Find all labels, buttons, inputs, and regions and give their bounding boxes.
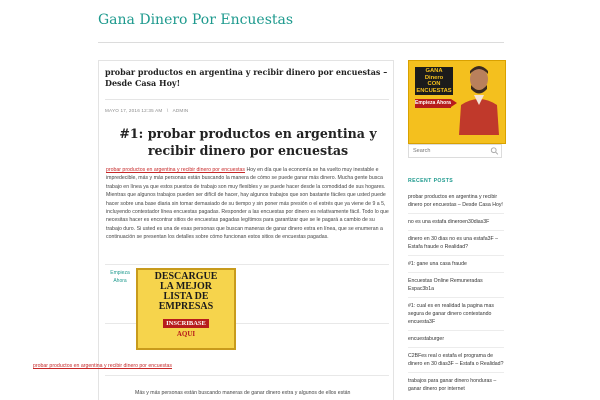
recent-post-link[interactable]: trabajos para ganar dinero honduras – ga…	[408, 377, 504, 397]
recent-post-link[interactable]: #1: gane una casa fraude	[408, 260, 504, 273]
ad-cta-arrow-icon	[451, 99, 457, 107]
ad-logo: GANA Dinero CON ENCUESTAS	[415, 67, 453, 95]
sidebar: GANA Dinero CON ENCUESTAS Empieza Ahora …	[404, 60, 506, 400]
empieza-ahora-link[interactable]: Empieza Ahora	[109, 269, 131, 285]
site-header: Gana Dinero Por Encuestas	[98, 0, 504, 43]
caption-divider	[105, 375, 389, 376]
post-body: probar productos en argentina y recibir …	[106, 166, 390, 242]
site-title[interactable]: Gana Dinero Por Encuestas	[98, 12, 293, 28]
recent-post-link[interactable]: encuestaburger	[408, 335, 504, 348]
post-body-continued: Más y más personas están buscando manera…	[135, 390, 351, 396]
search-box	[408, 144, 502, 158]
recent-posts-list: probar productos en argentina y recibir …	[408, 193, 504, 400]
ad-line: ENCUESTAS	[416, 87, 452, 94]
post-title[interactable]: probar productos en argentina y recibir …	[105, 67, 389, 89]
post-heading: #1: probar productos en argentina y reci…	[119, 126, 377, 158]
banner-cta-aqui: AQUI	[176, 330, 196, 338]
banner-cta: INSCRIBASE	[163, 319, 209, 328]
meta-divider	[105, 99, 389, 100]
post-header: probar productos en argentina y recibir …	[105, 67, 389, 89]
descargue-banner[interactable]: DESCARGUE LA MEJOR LISTA DE EMPRESAS INS…	[136, 268, 236, 350]
meta-separator: \	[166, 108, 169, 113]
post-meta: MAYO 17, 2016 12:35 AM \ ADMIN	[105, 108, 188, 113]
recent-post-link[interactable]: Encuestas Online Remuneradas Espac3b1a	[408, 277, 504, 298]
ahora-label: Ahora	[113, 278, 127, 284]
empieza-label: Empieza	[110, 270, 130, 276]
caption-link[interactable]: probar productos en argentina y recibir …	[33, 363, 172, 369]
search-icon[interactable]	[490, 147, 499, 155]
ad-person-image	[459, 66, 499, 135]
search-input[interactable]	[413, 148, 487, 154]
recent-post-link[interactable]: no es una estafa dineroen30dias3F	[408, 218, 504, 231]
ad-cta-button[interactable]: Empieza Ahora	[415, 99, 451, 108]
post-date[interactable]: MAYO 17, 2016 12:35 AM	[105, 108, 162, 113]
intro-link[interactable]: probar productos en argentina y recibir …	[106, 167, 245, 173]
sidebar-ad-banner[interactable]: GANA Dinero CON ENCUESTAS Empieza Ahora	[408, 60, 506, 144]
recent-posts-title: RECENT POSTS	[408, 178, 454, 184]
recent-post-link[interactable]: C2BFes real o estafa el programa de dine…	[408, 352, 504, 373]
post-body-text: Hoy en día que la economía se ha vuelto …	[106, 167, 389, 241]
recent-post-link[interactable]: probar productos en argentina y recibir …	[408, 193, 504, 214]
banner-line: EMPRESAS	[158, 301, 214, 312]
recent-post-link[interactable]: dinero en 30 dias no es una estafa3F – E…	[408, 235, 504, 256]
recent-post-link[interactable]: #1: cual es en realidad la pagina mas se…	[408, 302, 504, 331]
post-author[interactable]: ADMIN	[173, 108, 189, 113]
